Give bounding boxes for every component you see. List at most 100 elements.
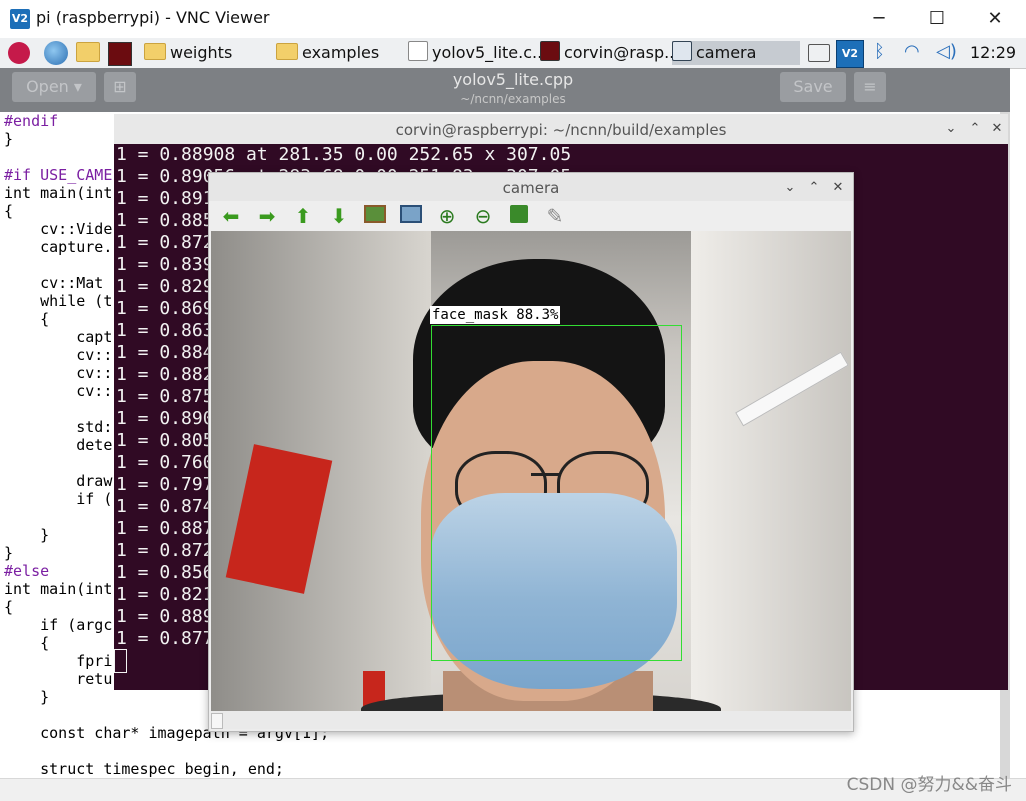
close-button[interactable]: ✕ xyxy=(966,0,1024,38)
code-line: { xyxy=(4,202,14,220)
arrow-right-icon[interactable]: ➡ xyxy=(255,204,279,228)
minimize-button[interactable]: ─ xyxy=(850,0,908,38)
code-line: cv::Vide xyxy=(4,220,113,238)
terminal-line: 1 = 0.821 xyxy=(116,584,214,605)
code-line: #if USE_CAME xyxy=(4,166,113,184)
code-line: cv:: xyxy=(4,346,113,364)
camera-window: camera ⌄ ⌃ ✕ ⬅ ➡ ⬆ ⬇ ⊕ ⊖ ✎ face_mask 88.… xyxy=(208,172,854,732)
code-line: capt xyxy=(4,328,113,346)
camera-maximize-button[interactable]: ⌃ xyxy=(805,179,823,197)
terminal-line: 1 = 0.877 xyxy=(116,628,214,649)
camera-title: camera xyxy=(502,179,560,197)
terminal-line: 1 = 0.839 xyxy=(116,254,214,275)
taskbar-item-weights[interactable]: weights xyxy=(144,41,232,65)
volume-icon[interactable]: ◁) xyxy=(936,41,957,62)
terminal-line: 1 = 0.856 xyxy=(116,562,214,583)
file-manager-icon[interactable] xyxy=(76,42,104,64)
terminal-close-button[interactable]: ✕ xyxy=(988,120,1006,138)
editor-menu-button[interactable]: ≡ xyxy=(854,72,886,102)
camera-close-button[interactable]: ✕ xyxy=(829,179,847,197)
terminal-line: 1 = 0.875 xyxy=(116,386,214,407)
clock: 12:29 xyxy=(970,43,1017,62)
terminal-line: 1 = 0.869 xyxy=(116,298,214,319)
code-line: { xyxy=(4,310,50,328)
code-line: fpri xyxy=(4,652,113,670)
camera-toolbar: ⬅ ➡ ⬆ ⬇ ⊕ ⊖ ✎ xyxy=(209,201,853,231)
terminal-line: 1 = 0.805 xyxy=(116,430,214,451)
code-line: int main(int xyxy=(4,184,113,202)
code-line: } xyxy=(4,688,50,706)
raspberry-menu-icon[interactable] xyxy=(8,42,30,64)
arrow-left-icon[interactable]: ⬅ xyxy=(219,204,243,228)
arrow-down-icon[interactable]: ⬇ xyxy=(327,204,351,228)
terminal-line: 1 = 0.889 xyxy=(116,606,214,627)
code-line: draw xyxy=(4,472,113,490)
detection-label: face_mask 88.3% xyxy=(430,306,561,324)
save-icon[interactable] xyxy=(507,204,531,228)
vnc-logo-icon: V2 xyxy=(10,9,30,29)
arrow-up-icon[interactable]: ⬆ xyxy=(291,204,315,228)
zoom-in-icon[interactable]: ⊕ xyxy=(435,204,459,228)
fit-window-icon[interactable] xyxy=(399,204,423,228)
editor-title: yolov5_lite.cpp xyxy=(452,70,574,89)
code-line: if (argc xyxy=(4,616,113,634)
terminal-minimize-button[interactable]: ⌄ xyxy=(942,120,960,138)
code-line: int main(int xyxy=(4,580,113,598)
code-line: #endif xyxy=(4,112,59,130)
background-wall xyxy=(691,231,851,711)
terminal-line: 1 = 0.872 xyxy=(116,540,214,561)
text-editor-icon xyxy=(408,41,428,61)
taskbar-item-examples[interactable]: examples xyxy=(276,41,379,65)
camera-image[interactable]: face_mask 88.3% xyxy=(211,231,851,711)
browser-icon[interactable] xyxy=(44,41,68,65)
code-line: capture. xyxy=(4,238,113,256)
terminal-line: 1 = 0.887 xyxy=(116,518,214,539)
new-tab-button[interactable]: ⊞ xyxy=(104,72,136,102)
camera-minimize-button[interactable]: ⌄ xyxy=(781,179,799,197)
taskbar-item-terminal[interactable]: corvin@rasp... xyxy=(540,41,679,65)
bluetooth-icon[interactable]: ᛒ xyxy=(874,41,885,62)
terminal-line: 1 = 0.882 xyxy=(116,364,214,385)
editor-path: ~/ncnn/examples xyxy=(460,92,566,106)
keyboard-icon[interactable] xyxy=(808,44,830,62)
camera-statusbar xyxy=(211,711,851,729)
code-line: } xyxy=(4,130,14,148)
terminal-line: 1 = 0.874 xyxy=(116,496,214,517)
terminal-cursor xyxy=(114,649,127,673)
taskbar-item-camera[interactable]: camera xyxy=(672,41,800,65)
watermark: CSDN @努力&&奋斗 xyxy=(846,775,1012,795)
terminal-line: 1 = 0.885 xyxy=(116,210,214,231)
wifi-icon[interactable]: ◠ xyxy=(904,41,920,62)
folder-icon xyxy=(144,43,166,60)
save-button[interactable]: Save xyxy=(780,72,846,102)
pi-taskbar: weights examples yolov5_lite.c... corvin… xyxy=(0,38,1026,69)
open-button[interactable]: Open ▾ xyxy=(12,72,96,102)
properties-icon[interactable]: ✎ xyxy=(543,204,567,228)
code-line: if ( xyxy=(4,490,113,508)
code-line: cv:: xyxy=(4,382,113,400)
taskbar-item-editor[interactable]: yolov5_lite.c... xyxy=(408,41,547,65)
terminal-line: 1 = 0.884 xyxy=(116,342,214,363)
code-line: } xyxy=(4,526,50,544)
code-line: cv:: xyxy=(4,364,113,382)
window-icon xyxy=(672,41,692,61)
code-line: cv::Mat xyxy=(4,274,113,292)
detection-bounding-box xyxy=(431,325,682,661)
terminal-title: corvin@raspberrypi: ~/ncnn/build/example… xyxy=(395,121,727,139)
code-line: { xyxy=(4,634,50,652)
terminal-line: 1 = 0.829 xyxy=(116,276,214,297)
code-line: retu xyxy=(4,670,113,688)
maximize-button[interactable]: ☐ xyxy=(908,0,966,38)
folder-icon xyxy=(276,43,298,60)
terminal-titlebar: corvin@raspberrypi: ~/ncnn/build/example… xyxy=(114,114,1008,145)
camera-titlebar: camera ⌄ ⌃ ✕ xyxy=(209,173,853,202)
terminal-maximize-button[interactable]: ⌃ xyxy=(966,120,984,138)
terminal-launcher-icon[interactable] xyxy=(108,42,132,66)
terminal-line: 1 = 0.88908 at 281.35 0.00 252.65 x 307.… xyxy=(116,144,572,165)
vnc-tray-icon[interactable]: V2 xyxy=(836,40,864,68)
status-scroll-handle[interactable] xyxy=(211,713,223,729)
image-icon[interactable] xyxy=(363,204,387,228)
code-line: } xyxy=(4,544,14,562)
vnc-window-title: pi (raspberrypi) - VNC Viewer xyxy=(36,8,270,27)
zoom-out-icon[interactable]: ⊖ xyxy=(471,204,495,228)
